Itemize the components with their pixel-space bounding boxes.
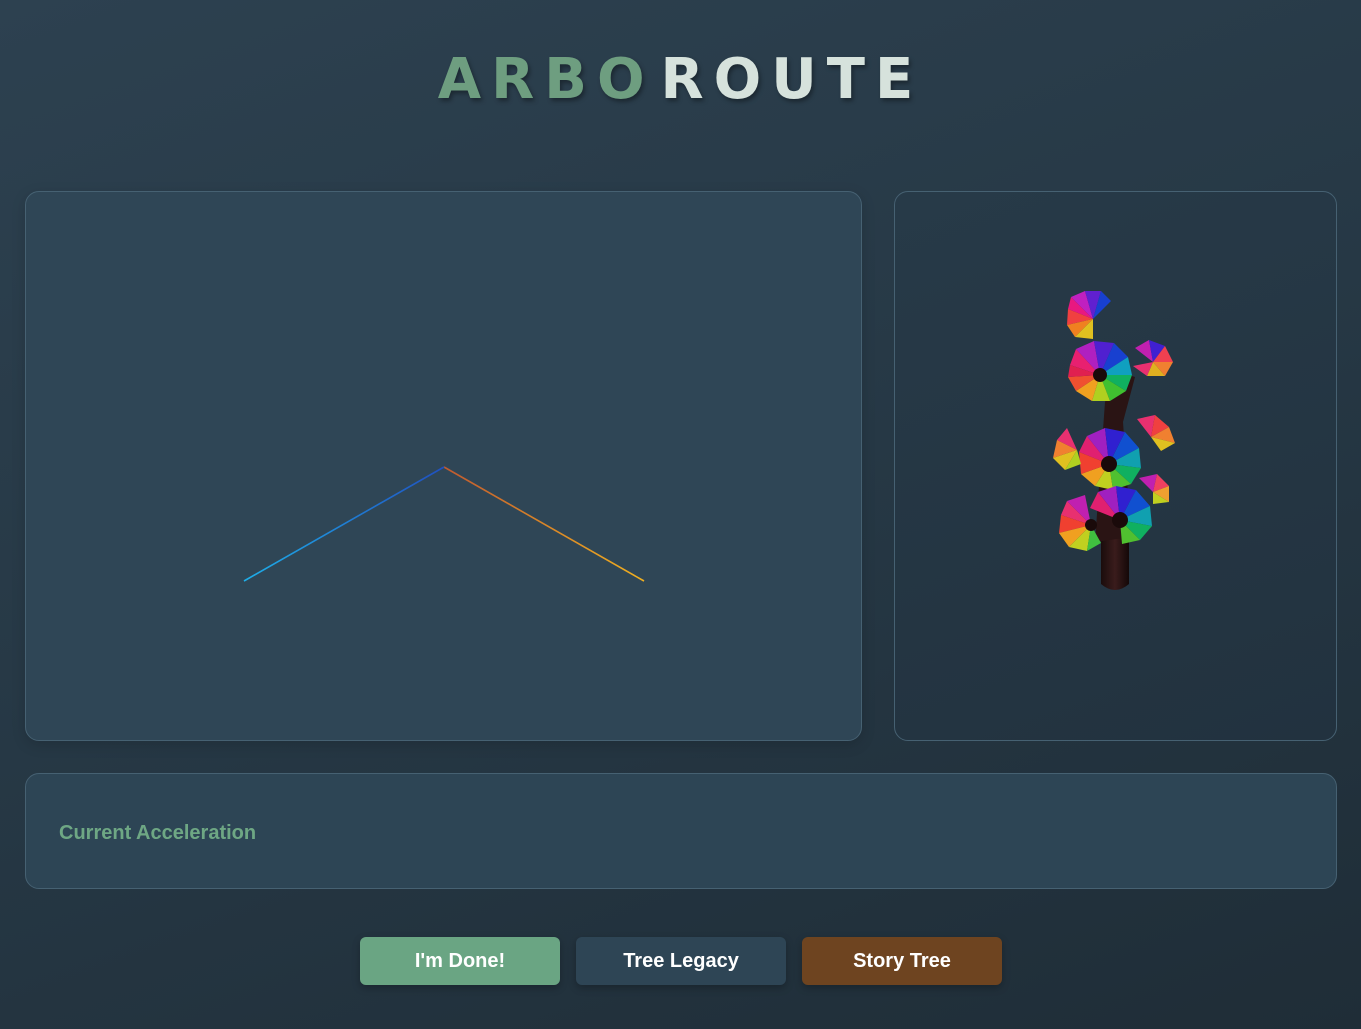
z-axis-line	[243, 466, 445, 582]
tree-legacy-button[interactable]: Tree Legacy	[576, 937, 786, 985]
axes-viewport[interactable]	[25, 191, 862, 741]
tree-model-icon	[1053, 291, 1175, 590]
story-tree-button[interactable]: Story Tree	[802, 937, 1002, 985]
app-title-route: ROUTE	[660, 47, 924, 112]
acceleration-label: Current Acceleration	[59, 822, 257, 844]
3d-axes-icon	[243, 235, 645, 582]
done-button[interactable]: I'm Done!	[360, 937, 560, 985]
action-button-row: I'm Done! Tree Legacy Story Tree	[0, 937, 1361, 985]
acceleration-panel: Current Acceleration	[25, 773, 1337, 889]
app-title-arbo: ARBO	[437, 47, 655, 112]
tree-viewport[interactable]	[894, 191, 1337, 741]
x-axis-line	[443, 466, 645, 582]
app-title: ARBO ROUTE	[0, 48, 1361, 112]
